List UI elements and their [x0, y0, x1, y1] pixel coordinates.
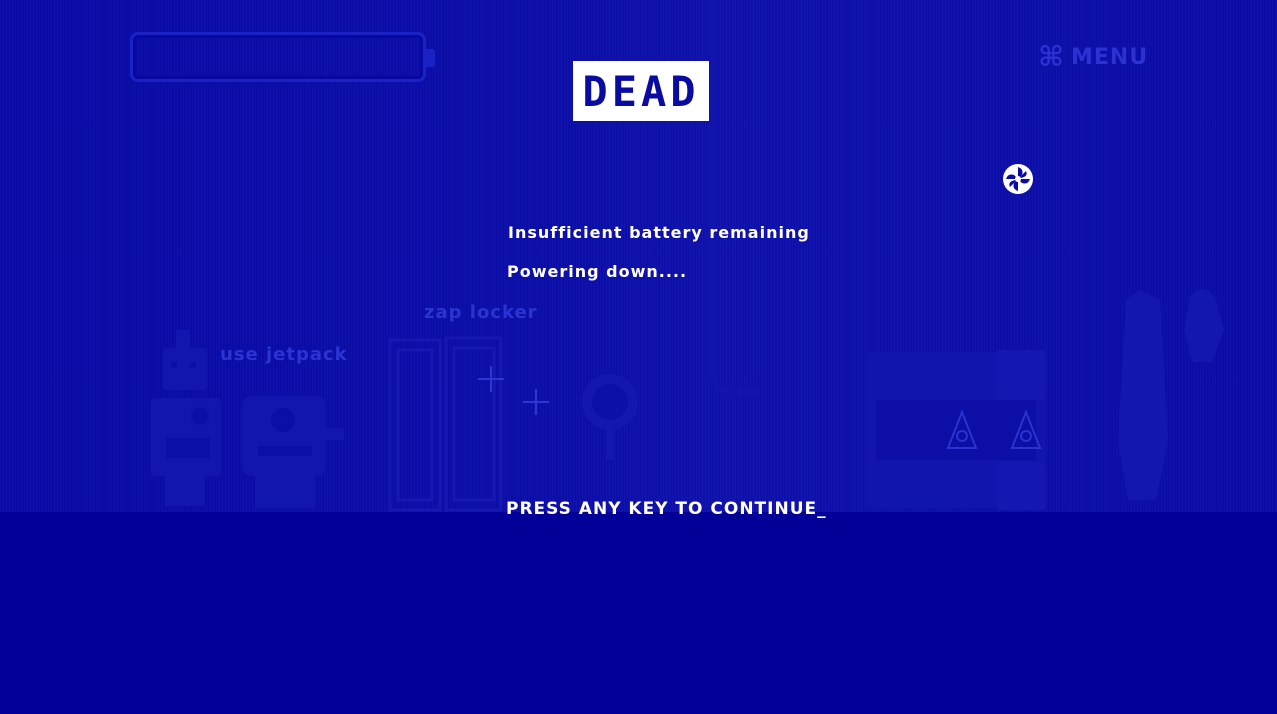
robot-left-silhouette	[151, 330, 221, 506]
command-icon: ⌘	[1038, 40, 1065, 73]
continue-prompt[interactable]: PRESS ANY KEY TO CONTINUE_	[506, 499, 827, 519]
battery-meter	[130, 32, 426, 82]
status-badge: DEAD	[573, 61, 709, 121]
cable-silhouette	[709, 0, 760, 395]
status-badge-label: DEAD	[582, 66, 700, 116]
lockers-silhouette	[388, 336, 503, 512]
crosshair-marks	[478, 366, 549, 415]
battery-terminal	[426, 49, 435, 67]
hint-use-jetpack: use jetpack	[220, 344, 348, 365]
floor	[0, 512, 1277, 714]
menu-label: MENU	[1070, 44, 1149, 70]
message-line-2: Powering down....	[507, 262, 688, 281]
coat-silhouette	[1118, 290, 1168, 500]
fan-icon	[1003, 164, 1033, 194]
hint-zap-locker: zap locker	[424, 302, 538, 323]
gauge-silhouette	[582, 374, 638, 460]
menu-button[interactable]: ⌘ MENU	[1038, 42, 1148, 72]
bag-silhouette	[1184, 288, 1224, 362]
message-line-1: Insufficient battery remaining	[508, 223, 810, 242]
